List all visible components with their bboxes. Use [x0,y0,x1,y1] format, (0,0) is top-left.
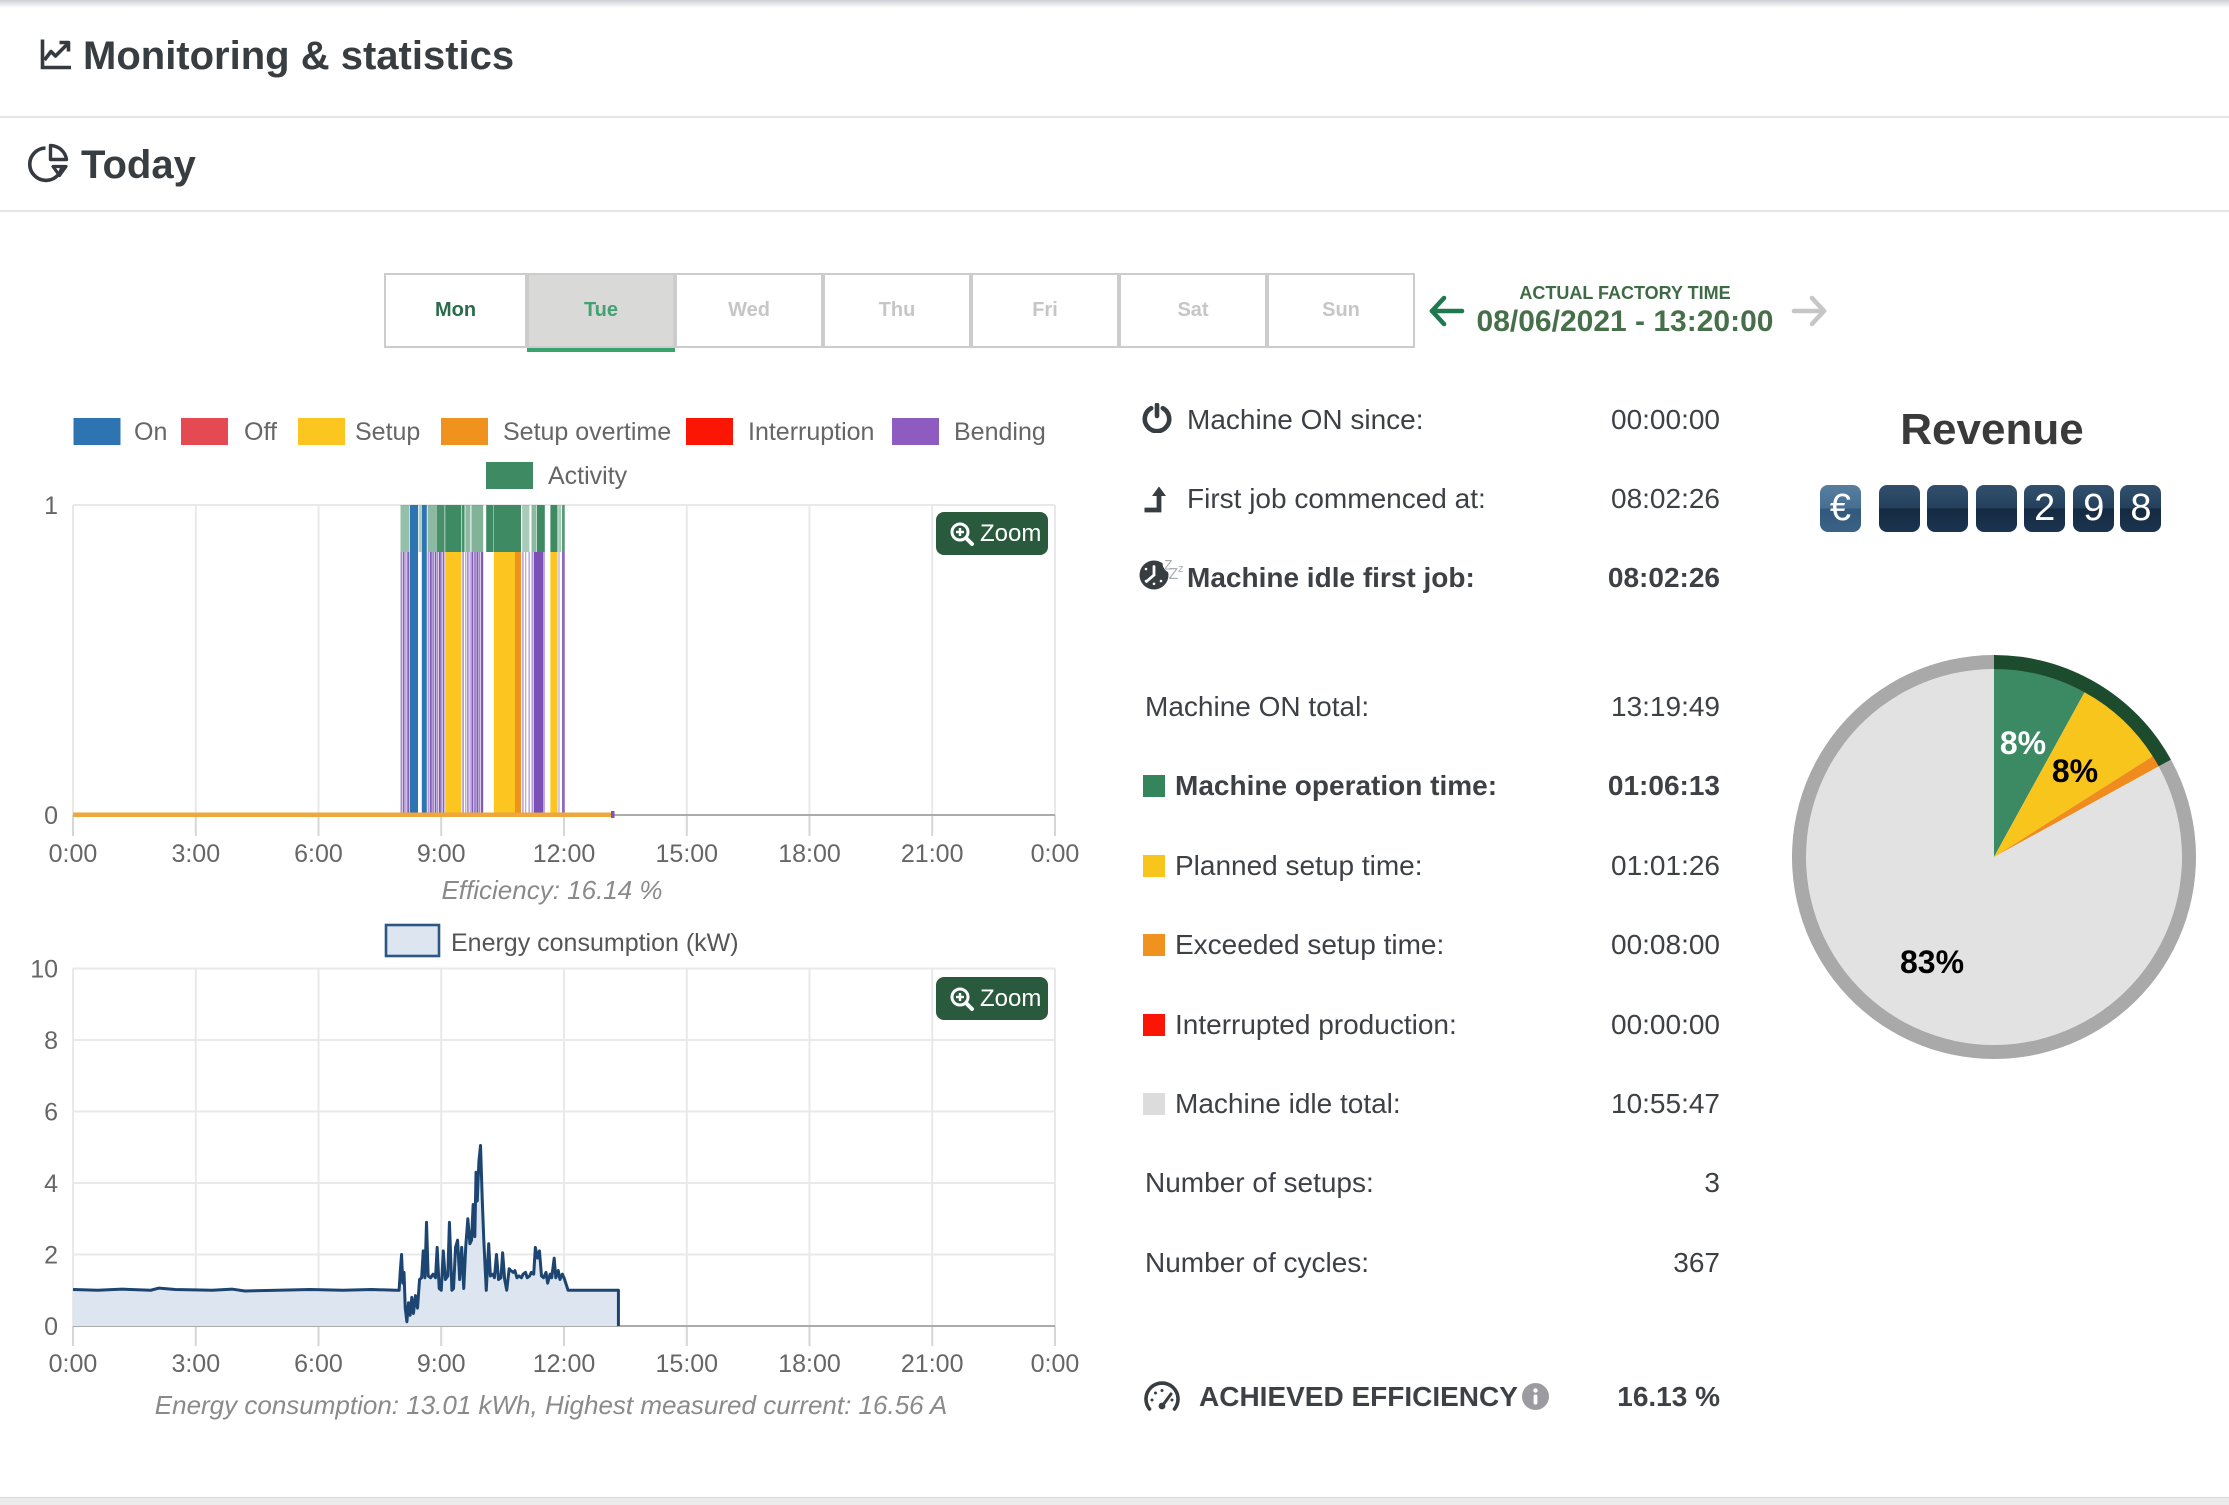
svg-text:0: 0 [44,1313,58,1341]
svg-text:On: On [134,418,167,446]
svg-text:8%: 8% [2000,725,2046,761]
svg-text:15:00: 15:00 [656,1350,719,1378]
svg-text:Bending: Bending [954,418,1046,446]
svg-text:Energy consumption (kW): Energy consumption (kW) [451,929,739,957]
svg-text:1: 1 [44,492,58,520]
svg-text:Zoom: Zoom [980,520,1041,547]
svg-text:8%: 8% [2052,753,2098,789]
svg-text:6:00: 6:00 [294,840,343,868]
svg-text:12:00: 12:00 [533,1350,596,1378]
svg-text:6: 6 [44,1099,58,1127]
svg-text:21:00: 21:00 [901,1350,964,1378]
svg-text:2: 2 [44,1242,58,1270]
svg-text:9:00: 9:00 [417,1350,466,1378]
svg-text:9:00: 9:00 [417,840,466,868]
svg-text:Zoom: Zoom [980,985,1041,1012]
svg-text:0: 0 [44,802,58,830]
svg-text:Off: Off [244,418,277,446]
svg-text:z: z [1178,563,1184,575]
svg-text:Energy consumption: 13.01 kWh,: Energy consumption: 13.01 kWh, Highest m… [155,1390,947,1420]
svg-text:0:00: 0:00 [49,1350,98,1378]
svg-text:8: 8 [44,1027,58,1055]
svg-text:Setup: Setup [355,418,420,446]
svg-text:83%: 83% [1900,944,1964,980]
svg-text:0:00: 0:00 [1031,840,1080,868]
svg-text:15:00: 15:00 [656,840,719,868]
svg-text:Activity: Activity [548,462,628,490]
svg-text:10: 10 [30,956,58,984]
svg-text:18:00: 18:00 [778,840,841,868]
svg-text:6:00: 6:00 [294,1350,343,1378]
svg-text:3:00: 3:00 [171,840,220,868]
svg-text:0:00: 0:00 [1031,1350,1080,1378]
svg-text:12:00: 12:00 [533,840,596,868]
svg-text:Z: Z [1169,566,1179,583]
svg-text:4: 4 [44,1170,58,1198]
svg-text:18:00: 18:00 [778,1350,841,1378]
svg-text:Efficiency: 16.14 %: Efficiency: 16.14 % [441,875,662,905]
svg-text:3:00: 3:00 [171,1350,220,1378]
svg-text:Interruption: Interruption [748,418,874,446]
svg-text:Setup overtime: Setup overtime [503,418,671,446]
svg-text:0:00: 0:00 [49,840,98,868]
svg-text:21:00: 21:00 [901,840,964,868]
